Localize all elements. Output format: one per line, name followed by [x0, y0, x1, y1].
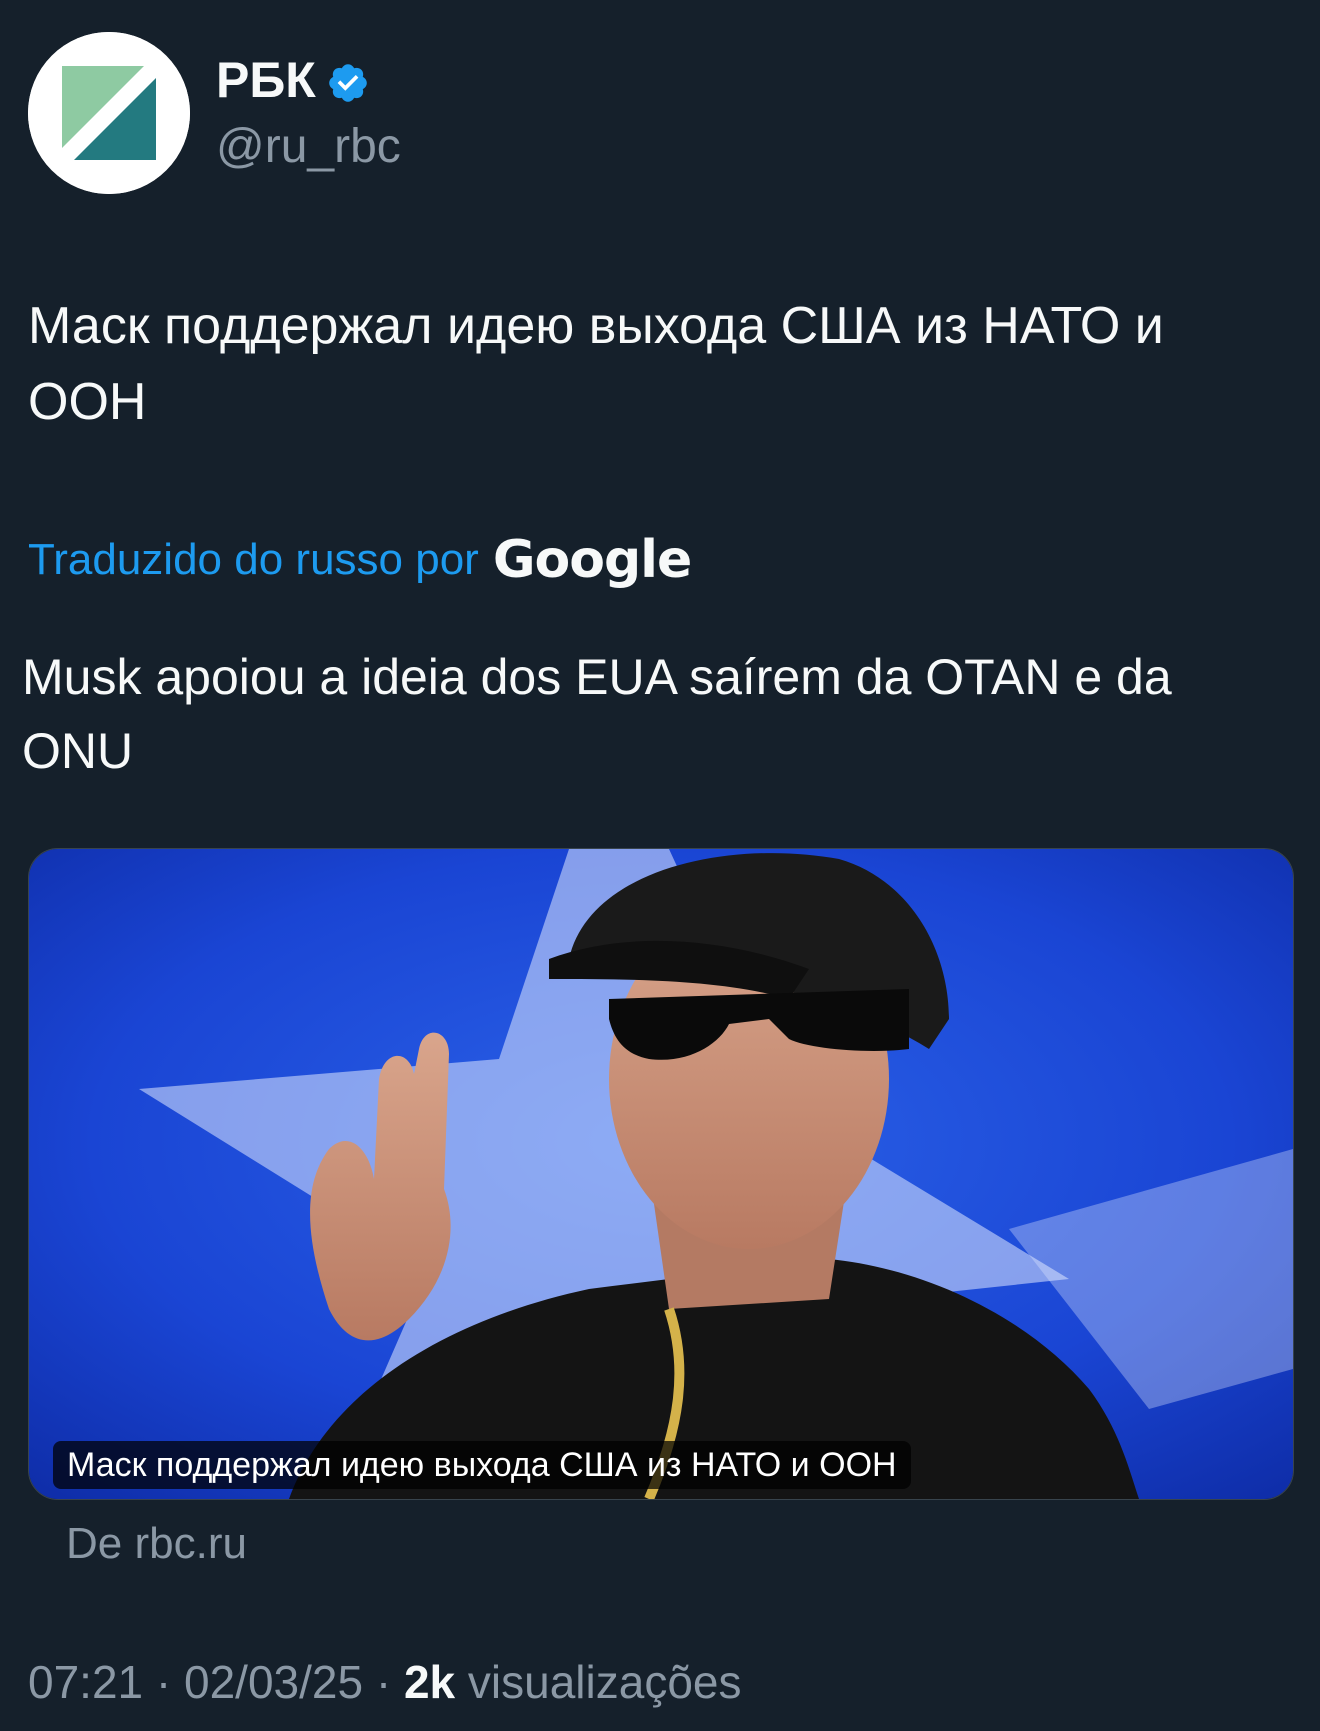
meta-separator: ·: [375, 1656, 392, 1708]
translated-by[interactable]: Traduzido do russo por Google: [28, 528, 692, 592]
google-logo: Google: [492, 530, 692, 590]
link-source[interactable]: De rbc.ru: [66, 1516, 247, 1572]
tweet-time[interactable]: 07:21: [28, 1656, 143, 1708]
avatar[interactable]: [28, 32, 190, 194]
author-name[interactable]: РБК: [216, 50, 370, 110]
tweet-meta: 07:21 · 02/03/25 · 2k visualizações: [28, 1652, 742, 1712]
views-label: visualizações: [467, 1656, 742, 1708]
translated-by-label: Traduzido do russo por: [28, 535, 479, 584]
rbc-logo-icon: [28, 32, 190, 194]
card-image: [29, 849, 1293, 1499]
meta-separator: ·: [155, 1656, 172, 1708]
card-caption: Маск поддержал идею выхода США из НАТО и…: [53, 1441, 911, 1489]
link-card[interactable]: Маск поддержал идею выхода США из НАТО и…: [28, 848, 1294, 1500]
translation-text: Musk apoiou a ideia dos EUA saírem da OT…: [22, 649, 1172, 779]
views-count: 2k: [403, 1656, 456, 1708]
tweet-text: Маск поддержал идею выхода США из НАТО и…: [28, 297, 1164, 431]
verified-badge-icon: [326, 58, 370, 102]
author-name-label: РБК: [216, 52, 316, 108]
author-handle[interactable]: @ru_rbc: [216, 118, 401, 176]
tweet-date[interactable]: 02/03/25: [184, 1656, 363, 1708]
